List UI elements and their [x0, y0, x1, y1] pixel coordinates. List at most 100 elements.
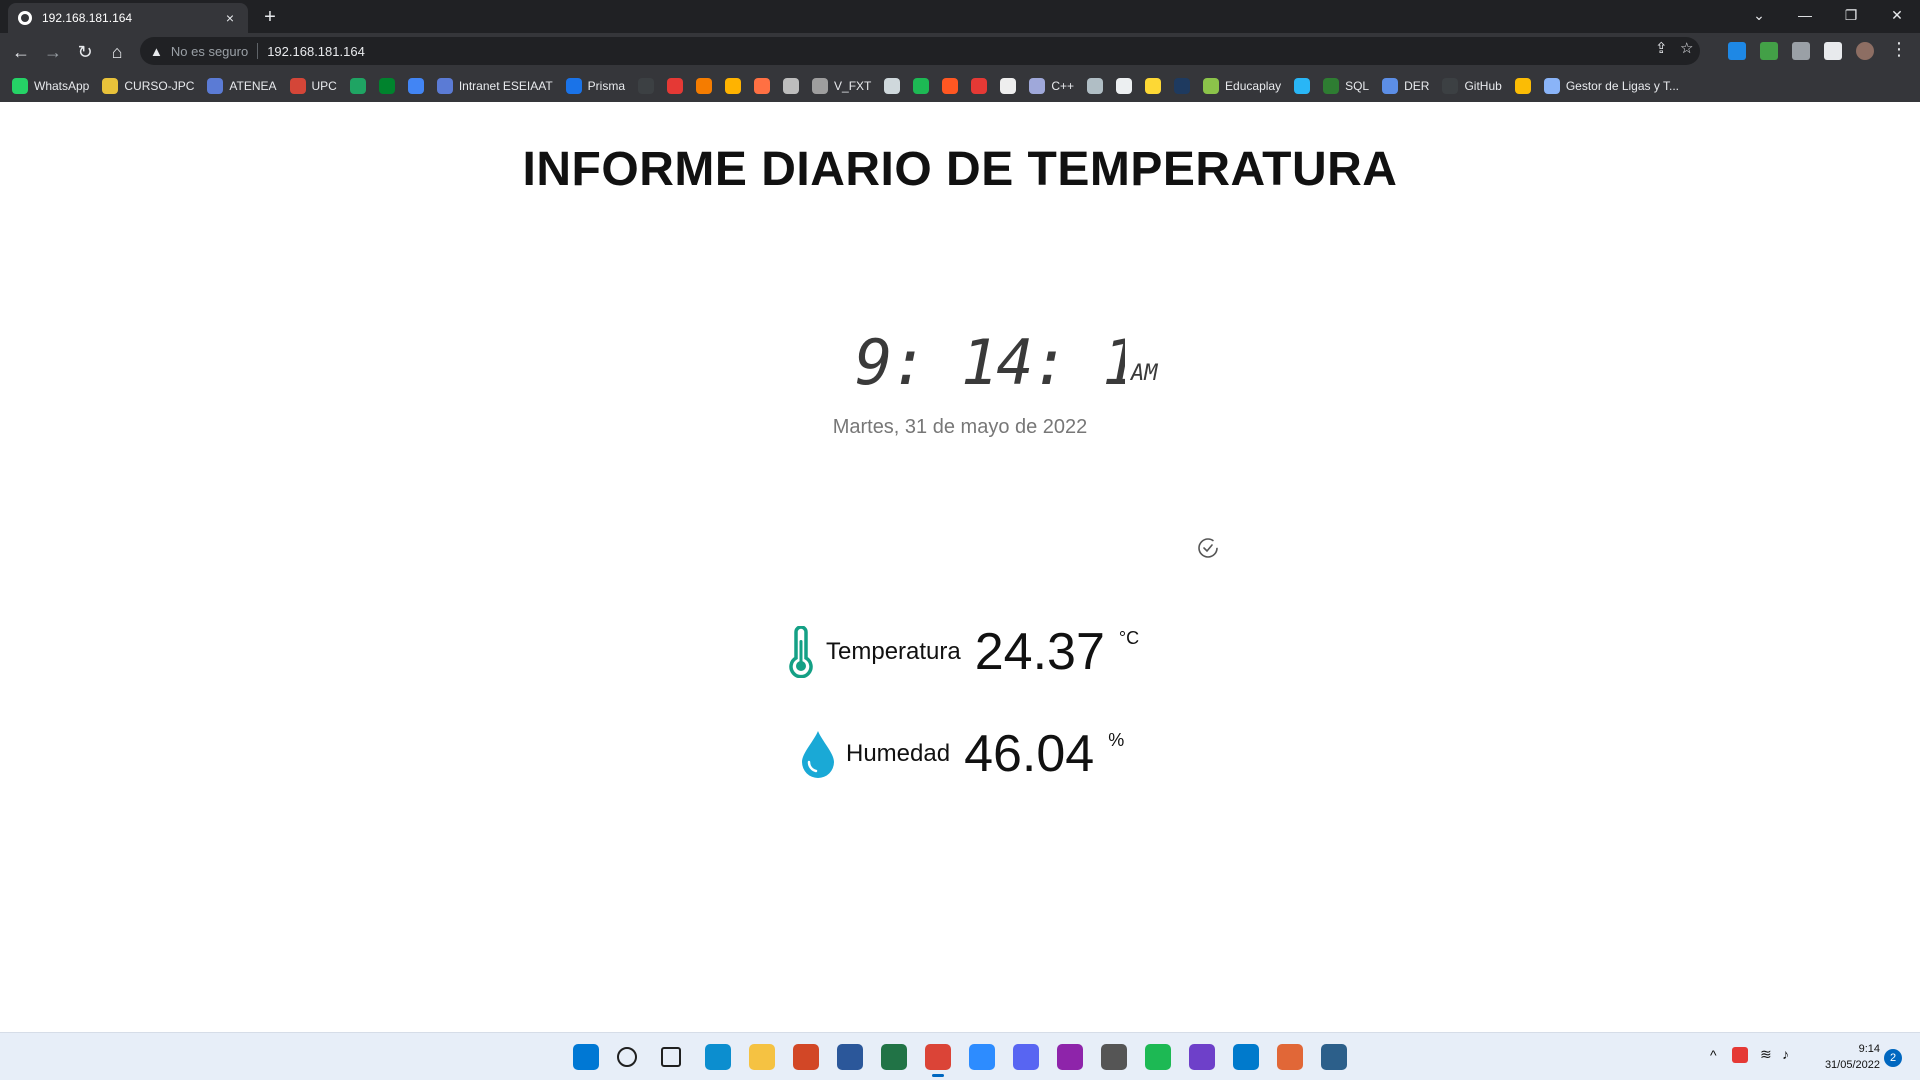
humidity-reading: Humedad 46.04 %	[800, 724, 1124, 784]
meet-icon	[378, 78, 395, 94]
bookmark-item[interactable]	[1174, 78, 1191, 94]
winrar-icon[interactable]	[1057, 1044, 1083, 1070]
edge-icon[interactable]	[705, 1044, 731, 1070]
extension-icon[interactable]	[1760, 42, 1778, 60]
sc-icon	[971, 78, 988, 94]
bookmark-item[interactable]	[349, 78, 366, 94]
bookmark-item[interactable]: ATENEA	[207, 78, 277, 94]
vscode-icon[interactable]	[1233, 1044, 1259, 1070]
spotify-icon[interactable]	[1145, 1044, 1171, 1070]
bookmark-item[interactable]	[407, 78, 424, 94]
home-icon[interactable]: ⌂	[104, 39, 130, 65]
matlab-icon[interactable]	[1277, 1044, 1303, 1070]
bookmark-item[interactable]: Educaplay	[1203, 78, 1281, 94]
bookmark-item[interactable]: Gestor de Ligas y T...	[1543, 78, 1679, 94]
globe-icon	[812, 78, 829, 94]
humidity-unit: %	[1108, 730, 1125, 750]
bookmark-item[interactable]	[754, 78, 771, 94]
start-icon[interactable]	[573, 1044, 599, 1070]
security-label[interactable]: No es seguro	[171, 44, 248, 59]
volume-icon[interactable]: ♪	[1782, 1046, 1789, 1062]
forward-icon[interactable]: →	[40, 39, 66, 65]
clock-ampm: AM	[1131, 361, 1158, 386]
wifi-icon[interactable]: ≋	[1760, 1046, 1772, 1063]
bookmark-item[interactable]	[667, 78, 684, 94]
bookmark-item[interactable]: Prisma	[565, 78, 625, 94]
chrome-icon[interactable]	[925, 1044, 951, 1077]
globe-icon	[436, 78, 453, 94]
github-desktop-icon[interactable]	[1189, 1044, 1215, 1070]
restore-icon[interactable]: ❐	[1828, 0, 1874, 30]
word-icon[interactable]	[837, 1044, 863, 1070]
bookmark-item[interactable]	[378, 78, 395, 94]
bookmark-item[interactable]	[971, 78, 988, 94]
tab-close-icon[interactable]: ×	[222, 10, 238, 26]
extension-icon[interactable]	[1728, 42, 1746, 60]
d-icon	[725, 78, 742, 94]
bookmark-item[interactable]: SQL	[1323, 78, 1369, 94]
puzzle-icon[interactable]	[1792, 42, 1810, 60]
search-icon[interactable]	[617, 1047, 637, 1067]
bookmark-item[interactable]	[696, 78, 713, 94]
taskbar-clock[interactable]: 9:14 31/05/2022	[1808, 1041, 1880, 1073]
bookmark-item[interactable]	[638, 78, 655, 94]
clock-time: 9: 14: 19	[855, 326, 1125, 394]
bookmark-item[interactable]: V_FXT	[812, 78, 871, 94]
bookmark-item[interactable]: UPC	[289, 78, 337, 94]
file-explorer-icon[interactable]	[749, 1044, 775, 1070]
task-view-icon[interactable]	[661, 1047, 681, 1067]
profile-avatar[interactable]	[1856, 42, 1874, 60]
side-panel-icon[interactable]	[1824, 42, 1842, 60]
address-bar[interactable]: ▲ No es seguro 192.168.181.164 ⇪ ☆	[140, 37, 1700, 65]
sql-developer-icon[interactable]	[1321, 1044, 1347, 1070]
share-icon[interactable]: ⇪	[1655, 39, 1668, 57]
bookmark-item[interactable]	[1514, 78, 1531, 94]
bookmark-item[interactable]	[725, 78, 742, 94]
bookmark-item[interactable]: CURSO-JPC	[102, 78, 194, 94]
bookmark-item[interactable]	[1145, 78, 1162, 94]
gear-orange-icon	[696, 78, 713, 94]
bookmark-label: SQL	[1345, 79, 1370, 93]
notification-badge[interactable]: 2	[1884, 1049, 1902, 1067]
bookmark-star-icon[interactable]: ☆	[1680, 39, 1693, 57]
digital-clock: 9: 14: 19 AM	[855, 324, 1158, 394]
bookmark-item[interactable]	[1294, 78, 1311, 94]
temperature-value: 24.37	[974, 623, 1105, 681]
bookmark-label: Gestor de Ligas y T...	[1565, 79, 1679, 93]
menu-icon[interactable]: ⋮	[1890, 39, 1908, 60]
zoom-icon[interactable]	[969, 1044, 995, 1070]
bookmark-item[interactable]: WhatsApp	[12, 78, 89, 94]
bookmark-label: Educaplay	[1225, 79, 1282, 93]
temperature-label: Temperatura	[826, 638, 961, 665]
discord-icon[interactable]	[1013, 1044, 1039, 1070]
w3-icon	[1323, 78, 1340, 94]
bookmark-item[interactable]	[1000, 78, 1017, 94]
new-tab-button[interactable]: +	[258, 6, 282, 30]
bookmark-item[interactable]	[913, 78, 930, 94]
excel-icon[interactable]	[881, 1044, 907, 1070]
bookmark-item[interactable]	[783, 78, 800, 94]
chart-icon	[1087, 78, 1104, 94]
tab-search-icon[interactable]: ⌄	[1736, 0, 1782, 30]
close-window-icon[interactable]: ✕	[1874, 0, 1920, 30]
wireshark-icon[interactable]	[1101, 1044, 1127, 1070]
reload-icon[interactable]: ↻	[72, 39, 98, 65]
browser-tab[interactable]: 192.168.181.164 ×	[8, 3, 248, 33]
pdf-icon	[754, 78, 771, 94]
bookmark-item[interactable]: Intranet ESEIAAT	[436, 78, 553, 94]
bookmark-item[interactable]	[884, 78, 901, 94]
back-icon[interactable]: ←	[8, 39, 34, 65]
minimize-icon[interactable]: —	[1782, 0, 1828, 30]
bookmark-item[interactable]: DER	[1382, 78, 1429, 94]
url-text[interactable]: 192.168.181.164	[267, 44, 365, 59]
bookmark-item[interactable]	[942, 78, 959, 94]
bookmark-item[interactable]: C++	[1029, 78, 1074, 94]
powerpoint-icon[interactable]	[793, 1044, 819, 1070]
antivirus-tray-icon[interactable]	[1732, 1047, 1748, 1063]
bookmark-item[interactable]	[1087, 78, 1104, 94]
educaplay-icon	[1203, 78, 1220, 94]
bookmark-item[interactable]: GitHub	[1442, 78, 1502, 94]
tray-overflow-icon[interactable]: ^	[1710, 1047, 1717, 1063]
bookmark-item[interactable]	[1116, 78, 1133, 94]
refresh-check-icon[interactable]	[1196, 536, 1220, 560]
